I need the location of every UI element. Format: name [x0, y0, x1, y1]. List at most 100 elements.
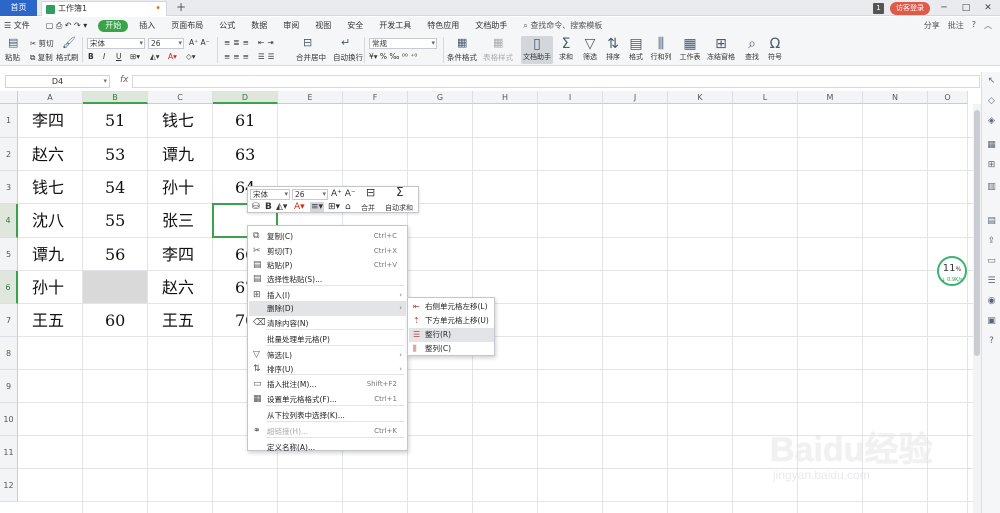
indent-icons[interactable]: ⇤⇥ — [258, 38, 277, 47]
cell-a4[interactable]: 沈八 — [18, 204, 83, 238]
sidebar-cursor-icon[interactable]: ↖ — [986, 76, 997, 87]
cell-c6[interactable]: 赵六 — [148, 271, 213, 304]
fill-color-icon[interactable]: ◭▾ — [150, 52, 160, 61]
sidebar-table-icon[interactable]: ▦ — [986, 140, 997, 151]
row-header-9[interactable]: 9 — [0, 370, 18, 403]
cell-c2[interactable]: 谭九 — [148, 138, 213, 171]
number-format-select[interactable]: 常规 — [369, 38, 437, 49]
font-size-select[interactable]: 26 — [148, 38, 184, 49]
mini-border-icon[interactable]: ⊞▾ — [328, 202, 340, 212]
context-menu-item[interactable]: 批量处理单元格(P) — [249, 332, 406, 347]
guest-login-button[interactable]: 访客登录 — [890, 1, 930, 15]
mini-font-color-icon[interactable]: A▾ — [294, 202, 305, 212]
close-window-button[interactable]: ✕ — [980, 3, 996, 13]
format-painter-label[interactable]: 格式刷 — [56, 52, 79, 63]
context-menu-item[interactable]: ⧉ 复制(C) Ctrl+C — [249, 229, 406, 244]
row-header-6[interactable]: 6 — [0, 271, 18, 304]
mini-sum-icon[interactable]: Σ — [396, 186, 404, 198]
cell-d2[interactable]: 63 — [213, 138, 278, 171]
row-header-7[interactable]: 7 — [0, 304, 18, 337]
underline-button[interactable]: U — [116, 52, 122, 61]
context-menu-item[interactable]: ▽ 筛选(L) › — [249, 348, 406, 363]
document-tab[interactable]: 工作簿1 • — [41, 1, 167, 16]
mini-bold-button[interactable]: B — [265, 202, 272, 212]
cell-a1[interactable]: 李四 — [18, 104, 83, 138]
mini-align-icon[interactable]: ≡▾ — [310, 202, 325, 212]
border-icon[interactable]: ⊞▾ — [130, 52, 140, 61]
context-menu-item[interactable]: ⚭ 超链接(H)... Ctrl+K — [249, 424, 406, 439]
column-header-i[interactable]: I — [538, 91, 603, 104]
column-header-l[interactable]: L — [733, 91, 798, 104]
mini-font-grow-shrink[interactable]: A⁺ A⁻ — [331, 189, 356, 199]
cell-b7[interactable]: 60 — [83, 304, 148, 337]
table-style-button[interactable]: 表格样式 — [483, 52, 513, 63]
menu-tab-home[interactable]: 开始 — [98, 19, 129, 32]
row-header-4[interactable]: 4 — [0, 204, 18, 238]
cell-d1[interactable]: 61 — [213, 104, 278, 138]
maximize-button[interactable]: □ — [958, 3, 974, 13]
column-header-d[interactable]: D — [213, 91, 278, 104]
context-menu-item[interactable]: ⌫ 清除内容(N) — [249, 316, 406, 331]
cell-b3[interactable]: 54 — [83, 171, 148, 204]
font-grow-shrink[interactable]: A⁺ A⁻ — [189, 38, 210, 47]
symbol-button[interactable]: Ω 符号 — [765, 36, 785, 62]
close-tab-icon[interactable]: • — [155, 2, 161, 16]
menu-tab-doc-helper[interactable]: 文档助手 — [467, 17, 515, 34]
scrollbar-thumb[interactable] — [974, 110, 980, 356]
collapse-ribbon-button[interactable]: ︿ — [984, 20, 992, 31]
row-col-button[interactable]: ⫼ 行和列 — [649, 36, 673, 62]
format-button[interactable]: ▤ 格式 — [626, 36, 646, 62]
cell-a5[interactable]: 谭九 — [18, 238, 83, 271]
sidebar-calendar-icon[interactable]: ▣ — [986, 316, 997, 327]
column-header-n[interactable]: N — [863, 91, 928, 104]
formula-input[interactable] — [132, 75, 980, 88]
font-name-select[interactable]: 宋体 — [87, 38, 145, 49]
mini-merge-label[interactable]: 合并 — [361, 203, 375, 213]
column-header-o[interactable]: O — [928, 91, 968, 104]
window-count-badge[interactable]: 1 — [873, 2, 884, 14]
mini-autosum-label[interactable]: 自动求和 — [385, 203, 413, 213]
mini-paintbrush-icon[interactable]: ⛁ — [252, 202, 260, 212]
context-menu-item[interactable]: ▭ 插入批注(M)... Shift+F2 — [249, 377, 406, 392]
bold-button[interactable]: B — [88, 52, 94, 61]
sidebar-note-icon[interactable]: ▭ — [986, 256, 997, 267]
sidebar-help-icon[interactable]: ? — [986, 336, 997, 347]
sum-button[interactable]: Σ 求和 — [556, 36, 576, 62]
vertical-align-icons[interactable]: ≡≣≡ — [224, 38, 252, 47]
conditional-format-button[interactable]: 条件格式 — [447, 52, 477, 63]
delete-submenu-item[interactable]: ⇡ 下方单元格上移(U) — [409, 314, 494, 328]
menu-undo-icons[interactable]: ▢ ⎙ ↶ ↷ ▾ — [38, 17, 96, 34]
row-header-11[interactable]: 11 — [0, 436, 18, 469]
cut-button[interactable]: ✂ 剪切 — [30, 38, 54, 49]
context-menu-item[interactable]: ▦ 设置单元格格式(F)... Ctrl+1 — [249, 392, 406, 407]
menu-tab-formulas[interactable]: 公式 — [211, 17, 243, 34]
minimize-button[interactable]: ─ — [936, 3, 952, 13]
command-search[interactable]: ⌕ 查找命令、搜索模板 — [515, 17, 610, 34]
cell-b5[interactable]: 56 — [83, 238, 148, 271]
clear-format-icon[interactable]: ◇▾ — [186, 52, 196, 61]
context-menu-item[interactable]: 从下拉列表中选择(K)... — [249, 408, 406, 423]
paste-icon[interactable]: ▤ — [8, 37, 18, 48]
column-header-h[interactable]: H — [473, 91, 538, 104]
name-box[interactable]: D4 — [5, 75, 110, 88]
copy-button[interactable]: ⧉ 复制 — [30, 52, 53, 63]
cell-b1[interactable]: 51 — [83, 104, 148, 138]
help-button[interactable]: ? — [972, 20, 976, 31]
context-menu-item[interactable]: 删除(D) › — [249, 301, 406, 316]
cell-a6[interactable]: 孙十 — [18, 271, 83, 304]
column-header-g[interactable]: G — [408, 91, 473, 104]
sidebar-grid-icon[interactable]: ⊞ — [986, 160, 997, 171]
context-menu-item[interactable]: ▤ 选择性粘贴(S)... — [249, 272, 406, 287]
row-header-5[interactable]: 5 — [0, 238, 18, 271]
cell-b6[interactable] — [83, 271, 148, 304]
sidebar-chart-icon[interactable]: ▥ — [986, 182, 997, 193]
row-header-1[interactable]: 1 — [0, 104, 18, 138]
doc-helper-button[interactable]: ▯ 文档助手 — [521, 36, 553, 64]
comment-button[interactable]: 批注 — [948, 20, 964, 31]
menu-tab-security[interactable]: 安全 — [339, 17, 371, 34]
sidebar-share-icon[interactable]: ⇪ — [986, 236, 997, 247]
context-menu-item[interactable]: ▤ 粘贴(P) Ctrl+V — [249, 258, 406, 273]
menu-tab-data[interactable]: 数据 — [243, 17, 275, 34]
cell-c5[interactable]: 李四 — [148, 238, 213, 271]
sort-button[interactable]: ⇅ 排序 — [603, 36, 623, 62]
